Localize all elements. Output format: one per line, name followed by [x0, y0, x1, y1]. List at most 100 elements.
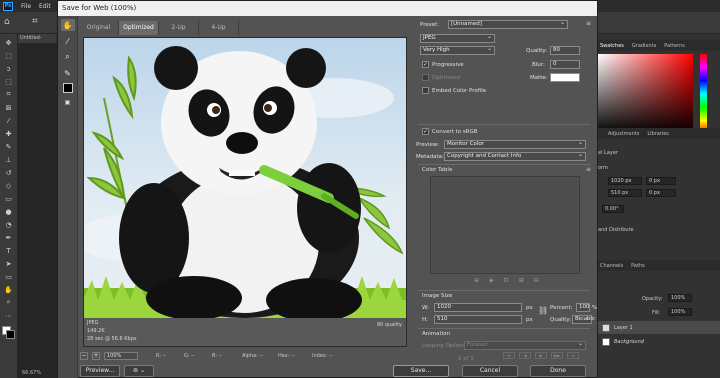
- stamp-tool-icon[interactable]: ⊥: [4, 155, 14, 164]
- zoom-out-button[interactable]: −: [80, 352, 88, 360]
- lasso-tool-icon[interactable]: ↄ: [4, 64, 14, 73]
- tab-original[interactable]: Original: [79, 21, 119, 35]
- menu-edit[interactable]: Edit: [39, 3, 51, 10]
- eraser-tool-icon[interactable]: ◇: [4, 181, 14, 190]
- quality-input[interactable]: 80: [550, 46, 580, 55]
- transform-h-field[interactable]: 510 px: [608, 189, 642, 197]
- resample-select[interactable]: Bicubic: [572, 314, 595, 324]
- embed-profile-checkbox[interactable]: [422, 87, 429, 94]
- delete-color-icon[interactable]: ⊟: [534, 277, 539, 284]
- toggle-slices-icon[interactable]: ▣: [61, 96, 75, 108]
- document-tab[interactable]: Untitled-: [18, 34, 56, 43]
- blur-tool-icon[interactable]: ●: [4, 207, 14, 216]
- transform-angle-field[interactable]: 0.00°: [602, 205, 624, 213]
- tab-patterns[interactable]: Patterns: [664, 43, 685, 49]
- color-table[interactable]: [430, 176, 580, 274]
- healing-tool-icon[interactable]: ✚: [4, 129, 14, 138]
- format-select[interactable]: JPEG: [420, 33, 495, 43]
- tab-4-up[interactable]: 4-Up: [199, 21, 239, 35]
- web-snap-icon[interactable]: ◈: [489, 277, 494, 284]
- rectangle-tool-icon[interactable]: ▭: [4, 272, 14, 281]
- save-button[interactable]: Save...: [393, 365, 449, 377]
- panda-preview-image[interactable]: [84, 38, 406, 318]
- blur-input[interactable]: 0: [550, 60, 580, 69]
- tab-gradients[interactable]: Gradients: [632, 43, 656, 49]
- preview-info-bar: JPEG 149.2K 28 sec @ 56.6 Kbps 80 qualit…: [84, 318, 406, 346]
- move-tool-icon[interactable]: ✥: [4, 38, 14, 47]
- tab-2-up[interactable]: 2-Up: [159, 21, 199, 35]
- zoom-tool-icon[interactable]: ⌕: [61, 51, 75, 63]
- previous-frame-button[interactable]: ◀: [519, 352, 531, 359]
- progressive-checkbox[interactable]: ✓: [422, 61, 429, 68]
- opacity-field[interactable]: 100%: [668, 294, 692, 302]
- transform-y-field[interactable]: 0 px: [646, 189, 676, 197]
- frame-tool-icon[interactable]: ⊠: [4, 103, 14, 112]
- fill-field[interactable]: 100%: [668, 308, 692, 316]
- eyedropper-color-swatch[interactable]: [62, 83, 73, 93]
- align-heading: and Distribute: [598, 227, 634, 233]
- history-brush-icon[interactable]: ↺: [4, 168, 14, 177]
- preview-pane[interactable]: JPEG 149.2K 28 sec @ 56.6 Kbps 80 qualit…: [83, 37, 407, 347]
- pen-tool-icon[interactable]: ✒: [4, 233, 14, 242]
- lock-color-icon[interactable]: ⊡: [504, 277, 509, 284]
- map-color-icon[interactable]: ⊕: [474, 277, 479, 284]
- zoom-level-select[interactable]: 100%: [104, 352, 138, 360]
- image-size-heading: Image Size: [422, 293, 453, 299]
- more-tools-icon[interactable]: ⋯: [4, 311, 14, 320]
- layer-row[interactable]: Background: [598, 335, 720, 348]
- browser-preview-button[interactable]: ⊚ ⌄: [124, 365, 154, 377]
- crop-tool-icon[interactable]: ⌗: [32, 16, 38, 27]
- tab-paths[interactable]: Paths: [631, 263, 645, 269]
- preset-select[interactable]: [Unnamed]: [448, 19, 568, 29]
- optimized-checkbox[interactable]: [422, 74, 429, 81]
- height-input[interactable]: 510: [434, 315, 522, 324]
- crop-icon[interactable]: ⌗: [4, 90, 14, 99]
- convert-srgb-checkbox[interactable]: ✓: [422, 128, 429, 135]
- hand-tool-icon[interactable]: ✋: [60, 19, 75, 31]
- menu-file[interactable]: File: [21, 3, 31, 10]
- preset-menu-icon[interactable]: ≡: [586, 20, 591, 27]
- constrain-proportions-icon[interactable]: ⛓: [538, 306, 548, 315]
- transform-w-field[interactable]: 1020 px: [608, 177, 642, 185]
- gradient-tool-icon[interactable]: ▭: [4, 194, 14, 203]
- first-frame-button[interactable]: ⏮: [503, 352, 515, 359]
- eyedropper-tool-icon[interactable]: ⁄: [4, 116, 14, 125]
- foreground-background-colors[interactable]: [1, 326, 16, 340]
- preview-button[interactable]: Preview...: [80, 365, 120, 377]
- tab-channels[interactable]: Channels: [600, 263, 623, 269]
- new-color-icon[interactable]: ⊞: [519, 277, 524, 284]
- play-button[interactable]: ▶: [535, 352, 547, 359]
- slice-select-tool-icon[interactable]: ⁄: [61, 35, 75, 47]
- layer-row[interactable]: Layer 1: [598, 321, 720, 334]
- cancel-button[interactable]: Cancel: [462, 365, 518, 377]
- hue-slider[interactable]: [700, 54, 707, 134]
- tab-swatches[interactable]: Swatches: [600, 43, 624, 49]
- last-frame-button[interactable]: ⏭: [567, 352, 579, 359]
- zoom-in-button[interactable]: +: [92, 352, 100, 360]
- tab-libraries[interactable]: Libraries: [647, 131, 669, 137]
- width-input[interactable]: 1020: [434, 303, 522, 312]
- marquee-tool-icon[interactable]: ⬚: [4, 51, 14, 60]
- selection-tool-icon[interactable]: ⬚: [4, 77, 14, 86]
- transform-x-field[interactable]: 0 px: [646, 177, 676, 185]
- compression-select[interactable]: Very High: [420, 45, 495, 55]
- hand-tool-icon[interactable]: ✋: [4, 285, 14, 294]
- preview-color-select[interactable]: Monitor Color: [444, 139, 586, 149]
- done-button[interactable]: Done: [530, 365, 586, 377]
- tab-adjustments[interactable]: Adjustments: [608, 131, 639, 137]
- color-table-menu-icon[interactable]: ≡: [586, 166, 591, 173]
- percent-input[interactable]: 100: [576, 303, 590, 312]
- home-icon[interactable]: ⌂: [4, 17, 10, 27]
- next-frame-button[interactable]: ▶▶: [551, 352, 563, 359]
- metadata-select[interactable]: Copyright and Contact Info: [444, 151, 586, 161]
- color-picker-field[interactable]: [598, 54, 693, 134]
- path-selection-icon[interactable]: ➤: [4, 259, 14, 268]
- looping-select[interactable]: Forever: [464, 340, 586, 350]
- tab-optimized[interactable]: Optimized: [119, 21, 159, 35]
- eyedropper-tool-icon[interactable]: ✎: [61, 67, 75, 79]
- zoom-tool-icon[interactable]: ⌕: [4, 298, 14, 307]
- brush-tool-icon[interactable]: ✎: [4, 142, 14, 151]
- type-tool-icon[interactable]: T: [4, 246, 14, 255]
- matte-swatch[interactable]: [550, 73, 580, 82]
- dodge-tool-icon[interactable]: ◔: [4, 220, 14, 229]
